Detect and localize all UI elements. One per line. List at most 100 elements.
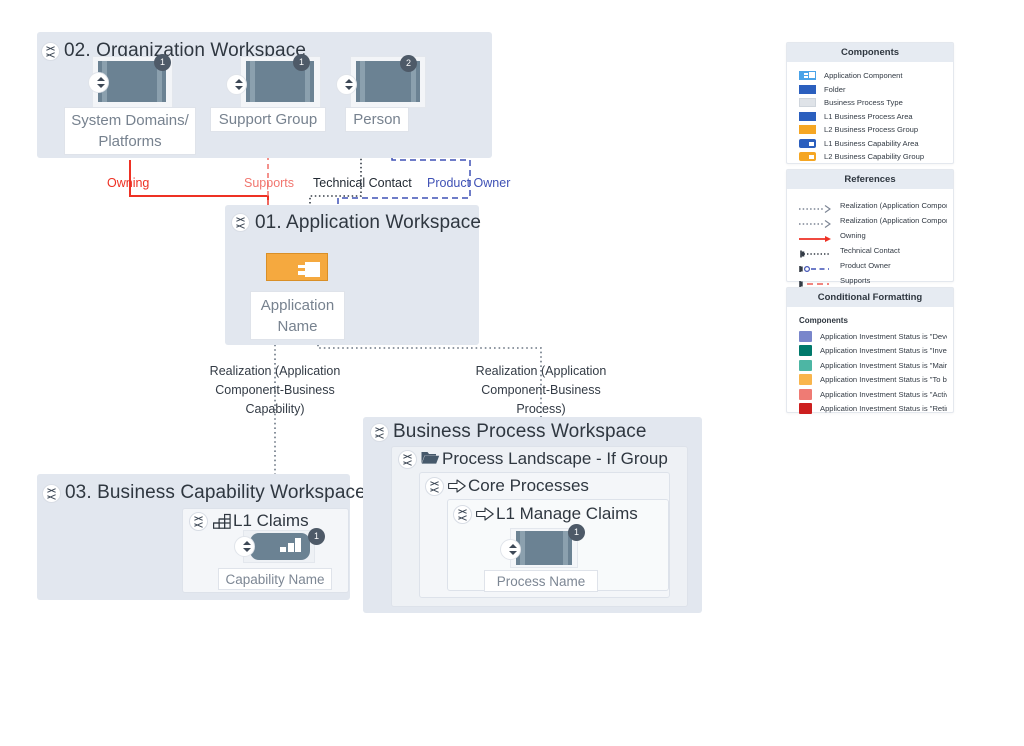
capability-group-title: L1 Claims [233,511,309,530]
swatch-investment-to-be-phased-out [799,374,812,386]
legend-item[interactable]: Business Process Type [787,96,953,110]
legend-item[interactable]: Owning [787,228,953,243]
swatch-investment-retired [799,403,812,415]
diagram-canvas: 02. Organization Workspace 1 System Doma… [0,0,1024,746]
legend-label: L2 Business Capability Group [824,152,925,162]
node-stepper-person[interactable] [336,74,357,95]
legend-label: Application Investment Status is "Develo… [820,331,947,341]
legend-label: Application Investment Status is "To be … [820,375,947,385]
process-landscape-title: Process Landscape - If Group [442,449,668,468]
capability-group-icon [213,513,232,529]
legend-item[interactable]: Supports [787,273,953,288]
wire-label-technical-contact: Technical Contact [313,176,412,190]
legend-components-title: Components [787,43,953,62]
legend-item[interactable]: L1 Business Capability Area [787,137,953,151]
legend-label: Technical Contact [840,246,900,255]
wire-label-realization-process: Realization (Application Component-Busin… [466,362,616,419]
swatch-investment-investing [799,345,812,357]
line-technical-contact [799,246,833,257]
legend-label: Supports [840,276,871,285]
realization-process-line-2: Component-Business [481,383,601,397]
line-supports [799,276,833,287]
node-stepper-system-domains[interactable] [88,72,109,93]
collapse-icon-capability[interactable] [42,484,61,503]
legend-item[interactable]: Technical Contact [787,243,953,258]
legend-label: Owning [840,231,866,240]
legend-item[interactable]: Application Investment Status is "Active… [787,387,953,402]
wire-label-realization-capability: Realization (Application Component-Busin… [200,362,350,419]
collapse-icon-process[interactable] [370,423,389,442]
legend-item[interactable]: Realization (Application Component-B... [787,213,953,228]
node-stepper-support-group[interactable] [226,74,247,95]
wire-label-product-owner: Product Owner [427,176,511,190]
legend-item[interactable]: Realization (Application Component-B... [787,198,953,213]
legend-label: L2 Business Process Group [824,125,919,135]
collapse-icon-organization[interactable] [41,42,60,61]
legend-item[interactable]: Application Investment Status is "Develo… [787,329,953,344]
legend-label: Application Investment Status is "Invest… [820,346,947,356]
legend-item[interactable]: L1 Business Process Area [787,110,953,124]
swatch-folder [799,84,816,94]
process-arrow-icon-l1 [476,507,494,521]
legend-item[interactable]: Folder [787,83,953,97]
node-badge-support-group: 1 [293,54,310,71]
line-realization-process [799,216,833,228]
legend-conditional-subtitle: Components [799,316,848,325]
application-component-shape[interactable] [266,253,328,281]
collapse-icon-l1-claims[interactable] [189,512,208,531]
legend-label: Application Component [824,71,903,81]
wire-label-owning: Owning [107,176,150,190]
node-badge-process: 1 [568,524,585,541]
swatch-application-component [799,71,816,81]
collapse-icon-manage-claims[interactable] [453,505,472,524]
swatch-l2-business-process-group [799,125,816,135]
node-badge-capability: 1 [308,528,325,545]
process-name-label[interactable]: Process Name [484,570,598,592]
legend-item[interactable]: L2 Business Capability Group [787,150,953,164]
legend-item[interactable]: Application Component [787,69,953,83]
collapse-icon-core-processes[interactable] [425,477,444,496]
legend-panel-components: Components Application Component Folder … [786,42,954,164]
legend-label: Business Process Type [824,98,903,108]
folder-icon [421,450,440,465]
node-label-support-group[interactable]: Support Group [210,107,326,132]
swatch-l1-business-process-area [799,111,816,121]
legend-label: Folder [824,84,846,94]
legend-conditional-title: Conditional Formatting [787,288,953,307]
node-shape-process[interactable] [516,531,572,565]
legend-item[interactable]: Application Investment Status is "To be … [787,373,953,388]
capability-name-label[interactable]: Capability Name [218,568,332,590]
legend-item[interactable]: Application Investment Status is "Retire… [787,402,953,417]
legend-item[interactable]: Product Owner [787,258,953,273]
node-stepper-process[interactable] [500,539,521,560]
realization-process-line-1: Realization (Application [475,364,607,378]
legend-item[interactable]: L2 Business Process Group [787,123,953,137]
legend-panel-conditional-formatting: Conditional Formatting Components Applic… [786,287,954,415]
workspace-capability-title: 03. Business Capability Workspace [65,482,366,503]
process-arrow-icon [448,479,466,493]
line-product-owner [799,261,833,272]
collapse-icon-application[interactable] [231,213,250,232]
workspace-application-title: 01. Application Workspace [255,212,482,233]
component-icon [298,262,320,277]
swatch-l2-business-capability-group [799,152,816,162]
workspace-process-title: Business Process Workspace [393,421,647,442]
node-band-right [563,531,568,565]
node-stepper-capability[interactable] [234,536,255,557]
legend-label: Realization (Application Component-B... [840,216,947,225]
node-shape-capability[interactable] [250,533,310,560]
wire-label-supports: Supports [244,176,295,190]
legend-item[interactable]: Application Investment Status is "Mainta… [787,358,953,373]
swatch-business-process-type [799,98,816,108]
legend-label: Application Investment Status is "Retire… [820,404,947,414]
node-label-system-domains[interactable]: System Domains/ Platforms [64,107,196,155]
legend-label: Application Investment Status is "Mainta… [820,360,947,370]
capability-glyph [280,536,302,552]
node-band-left [360,61,365,102]
legend-item[interactable]: Application Investment Status is "Invest… [787,344,953,359]
node-label-person[interactable]: Person [345,107,409,132]
swatch-investment-developing [799,330,812,342]
application-name-label[interactable]: Application Name [250,291,345,340]
legend-references-body: Realization (Application Component-B... … [787,189,953,295]
collapse-icon-process-landscape[interactable] [398,450,417,469]
